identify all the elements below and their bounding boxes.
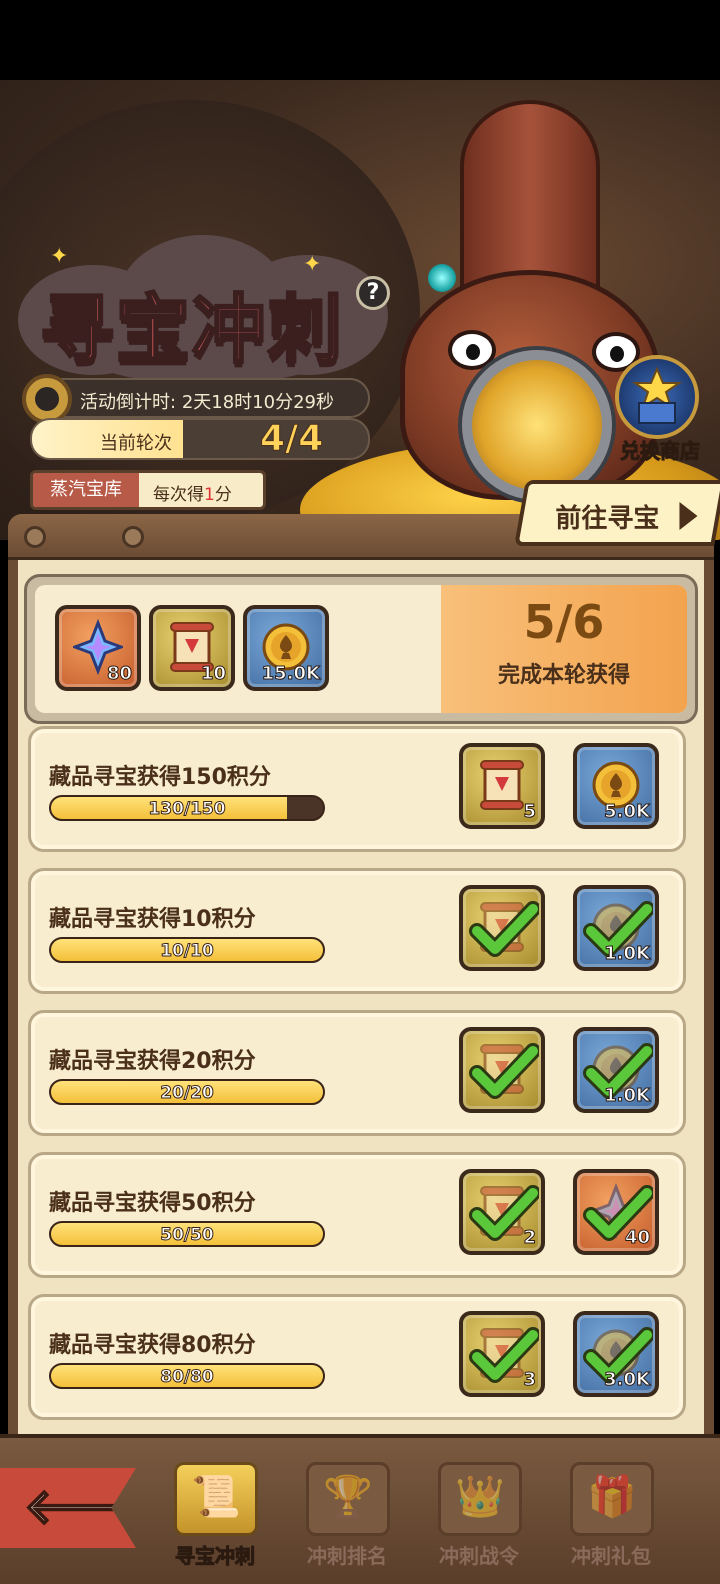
reward-item[interactable]: 3.0K bbox=[573, 1311, 659, 1397]
tab-trophy[interactable]: 🏆 冲刺排名 bbox=[292, 1458, 402, 1573]
reward-item[interactable] bbox=[459, 1027, 545, 1113]
reward-item[interactable]: 15.0K bbox=[243, 605, 329, 691]
go-treasure-button[interactable]: 前往寻宝 bbox=[514, 480, 720, 546]
shop-label: 兑换商店 bbox=[620, 439, 701, 464]
task-progress-bar: 50/50 bbox=[49, 1221, 325, 1247]
checkmark-icon bbox=[469, 1037, 541, 1107]
trophy-icon: 🏆 bbox=[306, 1462, 390, 1536]
round-label: 当前轮次 bbox=[100, 433, 172, 454]
checkmark-icon bbox=[469, 895, 541, 965]
round-progress-value: 5/6 bbox=[523, 595, 605, 649]
tab-gift-chest[interactable]: 🎁 冲刺礼包 bbox=[556, 1458, 666, 1573]
points-per-time: 每次得1分 bbox=[153, 485, 232, 505]
task-progress-text: 20/20 bbox=[160, 1083, 215, 1104]
task-progress-bar: 10/10 bbox=[49, 937, 325, 963]
task-progress-text: 80/80 bbox=[160, 1367, 215, 1388]
reward-qty: 80 bbox=[106, 663, 132, 685]
countdown-value: 2天18时10分29秒 bbox=[181, 392, 334, 413]
reward-qty: 2 bbox=[523, 1227, 536, 1249]
task-progress-bar: 20/20 bbox=[49, 1079, 325, 1105]
exchange-shop-button[interactable]: 兑换商店 bbox=[605, 355, 715, 465]
task-card: 藏品寻宝获得50积分 50/50 2 40 bbox=[28, 1152, 686, 1278]
reward-item[interactable]: 10 bbox=[149, 605, 235, 691]
task-card: 藏品寻宝获得20积分 20/20 1.0K bbox=[28, 1010, 686, 1136]
reward-item[interactable] bbox=[459, 885, 545, 971]
bottom-nav: 🡐 📜 寻宝冲刺 🏆 冲刺排名 👑 冲刺战令 🎁 冲刺礼包 bbox=[0, 1434, 720, 1584]
back-arrow-icon: 🡐 bbox=[23, 1479, 153, 1535]
reward-item[interactable]: 1.0K bbox=[573, 885, 659, 971]
round-value: 4/4 bbox=[259, 418, 324, 459]
reward-item[interactable]: 1.0K bbox=[573, 1027, 659, 1113]
gift-chest-icon: 🎁 bbox=[570, 1462, 654, 1536]
reward-qty: 5.0K bbox=[604, 801, 651, 823]
reward-qty: 10 bbox=[200, 663, 226, 685]
task-progress-text: 10/10 bbox=[160, 941, 215, 962]
countdown-bar: 活动倒计时: 2天18时10分29秒 bbox=[22, 374, 370, 424]
vault-tag: 蒸汽宝库 每次得1分 bbox=[30, 470, 266, 510]
tab-scroll[interactable]: 📜 寻宝冲刺 bbox=[160, 1458, 270, 1573]
reward-item[interactable]: 2 bbox=[459, 1169, 545, 1255]
round-summary: 80 10 15.0K 5/6 完成本轮获得 bbox=[24, 574, 698, 724]
task-title: 藏品寻宝获得150积分 bbox=[49, 765, 271, 790]
reward-item[interactable]: 5 bbox=[459, 743, 545, 829]
scroll-icon: 📜 bbox=[174, 1462, 258, 1536]
help-icon[interactable]: ? bbox=[356, 276, 390, 310]
vault-door bbox=[462, 350, 612, 500]
tab-label: 冲刺排名 bbox=[307, 1544, 387, 1568]
reward-item[interactable]: 5.0K bbox=[573, 743, 659, 829]
round-progress-label: 完成本轮获得 bbox=[497, 663, 630, 688]
reward-qty: 3.0K bbox=[604, 1369, 651, 1391]
reward-item[interactable]: 3 bbox=[459, 1311, 545, 1397]
countdown-label: 活动倒计时: bbox=[80, 392, 177, 413]
shop-icon bbox=[615, 355, 699, 439]
back-button[interactable]: 🡐 bbox=[0, 1468, 136, 1548]
scroll-icon bbox=[477, 757, 527, 813]
task-progress-bar: 80/80 bbox=[49, 1363, 325, 1389]
reward-qty: 3 bbox=[523, 1369, 536, 1391]
tab-label: 寻宝冲刺 bbox=[175, 1544, 256, 1569]
lamp-icon bbox=[428, 264, 456, 292]
reward-qty: 5 bbox=[523, 801, 536, 823]
reward-item[interactable]: 80 bbox=[55, 605, 141, 691]
reward-item[interactable]: 40 bbox=[573, 1169, 659, 1255]
task-progress-bar: 130/150 bbox=[49, 795, 325, 821]
current-round: 当前轮次 4/4 bbox=[30, 418, 370, 460]
page-title: 寻宝冲刺 bbox=[39, 286, 344, 375]
task-progress-text: 130/150 bbox=[148, 799, 226, 820]
tab-label: 冲刺礼包 bbox=[571, 1544, 651, 1568]
reward-qty: 1.0K bbox=[604, 943, 651, 965]
reward-qty: 1.0K bbox=[604, 1085, 651, 1107]
sparkle-icon: ✦ bbox=[50, 244, 69, 269]
vault-name: 蒸汽宝库 bbox=[33, 473, 139, 507]
task-title: 藏品寻宝获得20积分 bbox=[49, 1049, 256, 1074]
task-title: 藏品寻宝获得80积分 bbox=[49, 1333, 256, 1358]
screen: { "header": { "title": "寻宝冲刺", "help_ico… bbox=[0, 0, 720, 1584]
tab-crown[interactable]: 👑 冲刺战令 bbox=[424, 1458, 534, 1573]
task-card: 藏品寻宝获得150积分 130/150 5 5.0K bbox=[28, 726, 686, 852]
task-title: 藏品寻宝获得10积分 bbox=[49, 907, 256, 932]
task-card: 藏品寻宝获得80积分 80/80 3 3.0K bbox=[28, 1294, 686, 1420]
task-card: 藏品寻宝获得10积分 10/10 1.0K bbox=[28, 868, 686, 994]
clock-icon bbox=[22, 374, 72, 424]
reward-qty: 40 bbox=[624, 1227, 650, 1249]
status-bar bbox=[0, 0, 720, 80]
round-progress: 5/6 完成本轮获得 bbox=[441, 585, 687, 713]
task-panel: 80 10 15.0K 5/6 完成本轮获得 藏品寻宝获得150积分 130/150 5… bbox=[8, 514, 714, 1434]
play-arrow-icon bbox=[679, 502, 698, 530]
task-title: 藏品寻宝获得50积分 bbox=[49, 1191, 256, 1216]
go-treasure-label: 前往寻宝 bbox=[555, 504, 660, 534]
crown-icon: 👑 bbox=[438, 1462, 522, 1536]
reward-qty: 15.0K bbox=[261, 663, 320, 685]
task-progress-text: 50/50 bbox=[160, 1225, 215, 1246]
tab-label: 冲刺战令 bbox=[439, 1544, 519, 1568]
